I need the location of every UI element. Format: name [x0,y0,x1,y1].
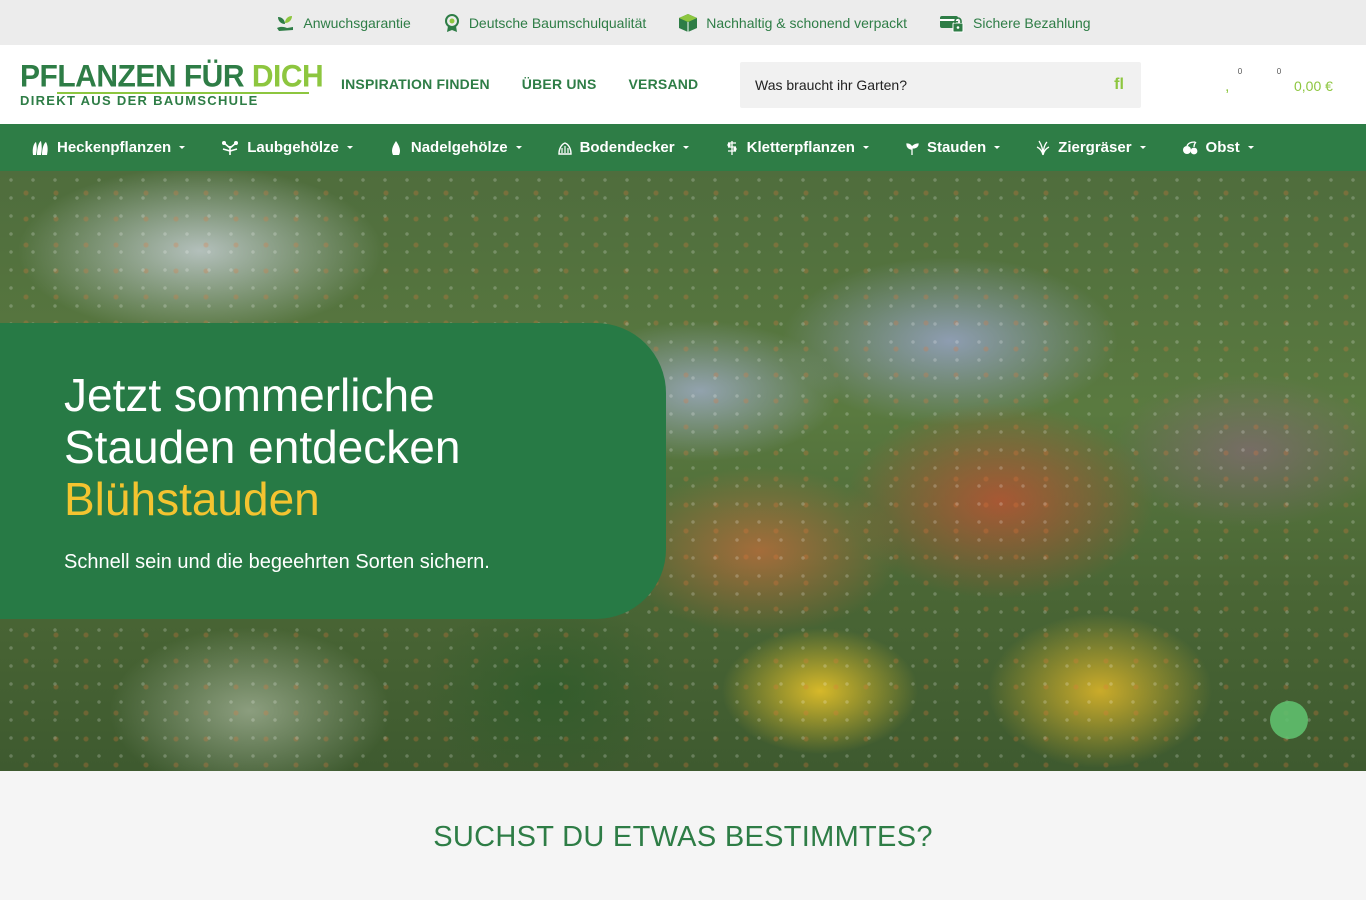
hedge-icon [31,140,50,156]
category-heckenpflanzen[interactable]: Heckenpflanzen [31,139,186,156]
logo-underline [57,92,309,94]
climber-icon [724,140,740,156]
category-label: Stauden [926,139,987,156]
wishlist-icon[interactable]: , [1225,78,1229,96]
logo-line1-main: PFLANZEN FÜR [20,59,252,94]
chevron-down-icon [346,146,353,149]
perennial-icon [904,140,920,156]
section-title: SUCHST DU ETWAS BESTIMMTES? [433,821,933,853]
chevron-down-icon [1247,146,1254,149]
category-nav: Heckenpflanzen Laubgehölze Nadelgehölze … [0,124,1366,171]
nav-inspiration[interactable]: INSPIRATION FINDEN [341,76,490,92]
category-label: Nadelgehölze [410,139,508,156]
package-icon [679,13,698,32]
category-label: Heckenpflanzen [57,139,172,156]
chevron-down-icon [862,146,869,149]
cart-total[interactable]: 0,00 € [1294,78,1333,94]
trust-label: Deutsche Baumschulqualität [468,14,647,31]
conifer-icon [388,140,404,156]
nav-about[interactable]: ÜBER UNS [522,76,597,92]
grass-icon [1035,140,1051,156]
hero-text-card: Jetzt sommerliche Stauden entdecken Blüh… [0,323,666,619]
deciduous-icon [220,140,240,156]
category-stauden[interactable]: Stauden [904,139,1001,156]
site-header: PFLANZEN FÜR DICH DIREKT AUS DER BAUMSCH… [0,45,1366,124]
chevron-down-icon [682,146,689,149]
header-actions: , 0 0 0,00 € [1180,66,1350,102]
site-logo[interactable]: PFLANZEN FÜR DICH DIREKT AUS DER BAUMSCH… [16,59,324,108]
fruit-icon [1181,140,1199,156]
trust-item-payment: Sichere Bezahlung [939,13,1091,33]
quality-badge-icon [444,13,459,32]
search-button[interactable]: fl [1111,75,1127,95]
category-bodendecker[interactable]: Bodendecker [557,139,689,156]
category-ziergraeser[interactable]: Ziergräser [1035,139,1146,156]
main-nav: INSPIRATION FINDEN ÜBER UNS VERSAND [341,76,698,92]
category-label: Laubgehölze [247,139,339,156]
trust-label: Nachhaltig & schonend verpackt [706,14,908,31]
logo-line1-accent: DICH [251,59,324,94]
search-input[interactable] [740,62,1090,108]
category-obst[interactable]: Obst [1181,139,1254,156]
secure-payment-icon [940,15,964,32]
slider-dot[interactable] [1270,701,1308,739]
sprout-hand-icon [277,15,294,31]
trust-item-quality: Deutsche Baumschulqualität [443,13,646,33]
chevron-down-icon [1139,146,1146,149]
category-label: Bodendecker [579,139,675,156]
groundcover-icon [557,140,573,156]
wishlist-count-badge: 0 [1234,66,1246,78]
trust-label: Anwuchsgarantie [303,14,411,31]
category-label: Obst [1205,139,1240,156]
chevron-down-icon [179,146,186,149]
hero-headline-highlight: Blühstauden [64,473,320,525]
hero-headline-line1: Jetzt sommerliche [64,369,435,421]
trust-item-packaging: Nachhaltig & schonend verpackt [678,13,907,33]
category-label: Kletterpflanzen [746,139,855,156]
category-nadelgehoelze[interactable]: Nadelgehölze [388,139,522,156]
hero-subtitle: Schnell sein und die begeehrten Sorten s… [64,551,490,573]
hero-banner[interactable]: Jetzt sommerliche Stauden entdecken Blüh… [0,171,1366,771]
nav-shipping[interactable]: VERSAND [629,76,699,92]
logo-tagline: DIREKT AUS DER BAUMSCHULE [20,93,259,108]
trust-bar: Anwuchsgarantie Deutsche Baumschulqualit… [0,0,1366,45]
category-laubgehoelze[interactable]: Laubgehölze [220,139,353,156]
trust-label: Sichere Bezahlung [973,14,1091,31]
hero-headline-line2: Stauden entdecken [64,421,461,473]
trust-item-anwuchsgarantie: Anwuchsgarantie [275,14,411,32]
cart-count-badge: 0 [1273,66,1285,78]
chevron-down-icon [994,146,1001,149]
chevron-down-icon [515,146,522,149]
search-bar: fl [740,62,1141,108]
search-section: SUCHST DU ETWAS BESTIMMTES? [0,771,1366,900]
category-kletterpflanzen[interactable]: Kletterpflanzen [724,139,869,156]
category-label: Ziergräser [1058,139,1132,156]
